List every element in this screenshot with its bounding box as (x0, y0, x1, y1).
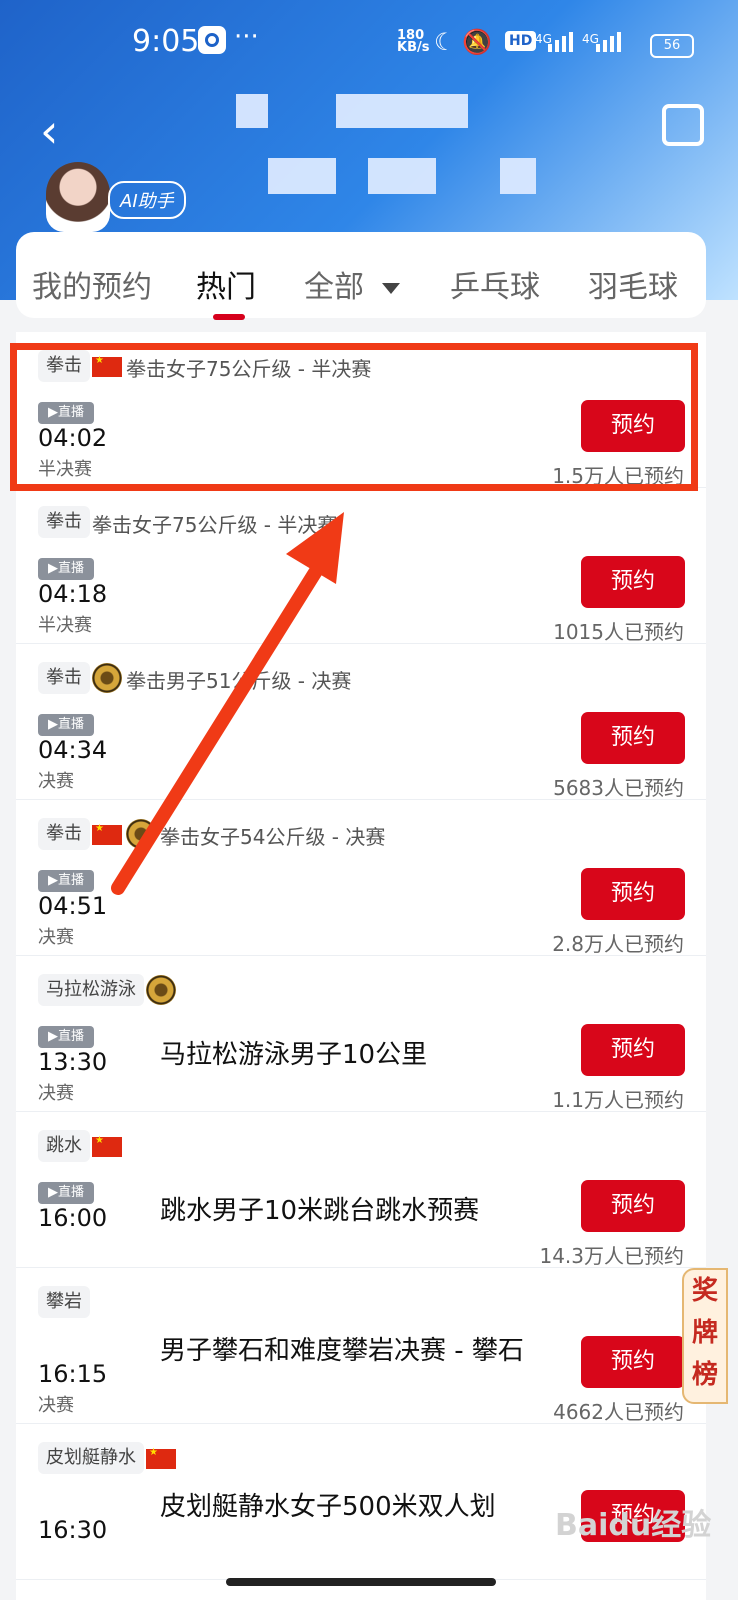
tab-table-tennis[interactable]: 乒乓球 (450, 262, 540, 306)
signal-icon-1 (548, 32, 582, 52)
status-time: 9:05 (132, 24, 200, 59)
event-title: 皮划艇静水女子500米双人划 (160, 1492, 496, 1522)
event-title: 跳水男子10米跳台跳水预赛 (160, 1196, 480, 1226)
medal-icon (92, 663, 122, 693)
battery-icon: 56 (650, 34, 694, 58)
home-indicator[interactable] (226, 1578, 496, 1586)
blurred-title-segment (236, 94, 268, 128)
reserve-button[interactable]: 预约 (581, 868, 685, 920)
medal-ranking-button[interactable]: 奖牌榜 (682, 1268, 728, 1404)
network-speed: 180 KB/s (397, 28, 430, 55)
event-time: 16:30 (38, 1516, 108, 1544)
event-stage: 决赛 (38, 771, 74, 792)
moon-icon: ☾ (434, 28, 456, 56)
reserve-button[interactable]: 预约 (581, 1024, 685, 1076)
reservation-count: 4662人已预约 (553, 1400, 684, 1424)
ai-assistant-badge[interactable]: AI助手 (108, 181, 186, 219)
medal-icon (126, 819, 156, 849)
reservation-count: 1015人已预约 (553, 620, 684, 644)
event-stage: 半决赛 (38, 615, 92, 636)
share-icon[interactable] (662, 104, 704, 146)
app-icon (198, 26, 226, 54)
chevron-down-icon (382, 283, 400, 294)
signal-icon-2 (596, 32, 630, 52)
tab-badminton[interactable]: 羽毛球 (588, 262, 678, 306)
category-tabs: 我的预约 热门 全部 乒乓球 羽毛球 (16, 232, 706, 320)
reserve-button[interactable]: 预约 (581, 712, 685, 764)
reservation-count: 5683人已预约 (553, 776, 684, 800)
sport-tag: 皮划艇静水 (38, 1442, 144, 1474)
live-badge: ▶直播 (38, 714, 94, 736)
watermark: Baidu经验 (555, 1508, 712, 1543)
active-tab-indicator (213, 314, 245, 320)
china-flag-icon (92, 823, 122, 845)
list-item[interactable]: 拳击 拳击女子54公斤级 - 决赛 ▶直播 04:51 决赛 预约 2.8万人已… (16, 800, 706, 956)
blurred-title-segment (336, 94, 468, 128)
reservation-count: 14.3万人已预约 (539, 1244, 684, 1268)
reserve-button[interactable]: 预约 (581, 1336, 685, 1388)
event-stage: 决赛 (38, 1395, 74, 1416)
event-time: 04:34 (38, 736, 108, 764)
back-icon[interactable]: ‹ (40, 104, 58, 158)
highlight-box (10, 343, 698, 491)
event-time: 16:15 (38, 1360, 108, 1388)
event-time: 16:00 (38, 1204, 108, 1232)
list-item[interactable]: 拳击 拳击女子75公斤级 - 半决赛 ▶直播 04:18 半决赛 预约 1015… (16, 488, 706, 644)
live-badge: ▶直播 (38, 870, 94, 892)
sport-tag: 拳击 (38, 662, 90, 694)
tab-all[interactable]: 全部 (304, 262, 400, 306)
event-title: 拳击女子75公斤级 - 半决赛 (92, 513, 338, 537)
live-badge: ▶直播 (38, 558, 94, 580)
china-flag-icon (146, 1447, 176, 1469)
reserve-button[interactable]: 预约 (581, 1180, 685, 1232)
reservation-count: 1.1万人已预约 (552, 1088, 684, 1112)
event-title: 男子攀石和难度攀岩决赛 - 攀石 (160, 1336, 524, 1366)
event-title: 拳击男子51公斤级 - 决赛 (126, 669, 352, 693)
event-time: 04:18 (38, 580, 108, 608)
more-status-icon: ··· (234, 22, 259, 52)
status-bar: 9:05 ··· 180 KB/s ☾ 🔕 HD 4G 4G 56 (0, 0, 738, 86)
sport-tag: 拳击 (38, 818, 90, 850)
event-time: 13:30 (38, 1048, 108, 1076)
sport-tag: 跳水 (38, 1130, 90, 1162)
live-badge: ▶直播 (38, 1026, 94, 1048)
mute-icon: 🔕 (462, 28, 492, 56)
blurred-subtitle-segment (268, 158, 336, 194)
reserve-button[interactable]: 预约 (581, 556, 685, 608)
ai-avatar[interactable] (46, 162, 110, 232)
event-time: 04:51 (38, 892, 108, 920)
live-badge: ▶直播 (38, 1182, 94, 1204)
sport-tag: 马拉松游泳 (38, 974, 144, 1006)
medal-icon (146, 975, 176, 1005)
hd-icon: HD (505, 31, 537, 51)
event-title: 马拉松游泳男子10公里 (160, 1040, 428, 1070)
list-item[interactable]: 拳击 拳击男子51公斤级 - 决赛 ▶直播 04:34 决赛 预约 5683人已… (16, 644, 706, 800)
event-list[interactable]: 拳击 拳击女子75公斤级 - 半决赛 ▶直播 04:02 半决赛 预约 1.5万… (16, 332, 706, 1600)
list-item[interactable]: 马拉松游泳 ▶直播 13:30 决赛 马拉松游泳男子10公里 预约 1.1万人已… (16, 956, 706, 1112)
event-title: 拳击女子54公斤级 - 决赛 (160, 825, 386, 849)
event-stage: 决赛 (38, 927, 74, 948)
tab-my-reservations[interactable]: 我的预约 (32, 262, 152, 306)
china-flag-icon (92, 1135, 122, 1157)
reservation-count: 2.8万人已预约 (552, 932, 684, 956)
list-item[interactable]: 跳水 ▶直播 16:00 跳水男子10米跳台跳水预赛 预约 14.3万人已预约 (16, 1112, 706, 1268)
sport-tag: 拳击 (38, 506, 90, 538)
blurred-subtitle-segment (500, 158, 536, 194)
sport-tag: 攀岩 (38, 1286, 90, 1318)
event-stage: 决赛 (38, 1083, 74, 1104)
blurred-subtitle-segment (368, 158, 436, 194)
tab-hot[interactable]: 热门 (196, 262, 256, 306)
list-item[interactable]: 攀岩 16:15 决赛 男子攀石和难度攀岩决赛 - 攀石 预约 4662人已预约 (16, 1268, 706, 1424)
